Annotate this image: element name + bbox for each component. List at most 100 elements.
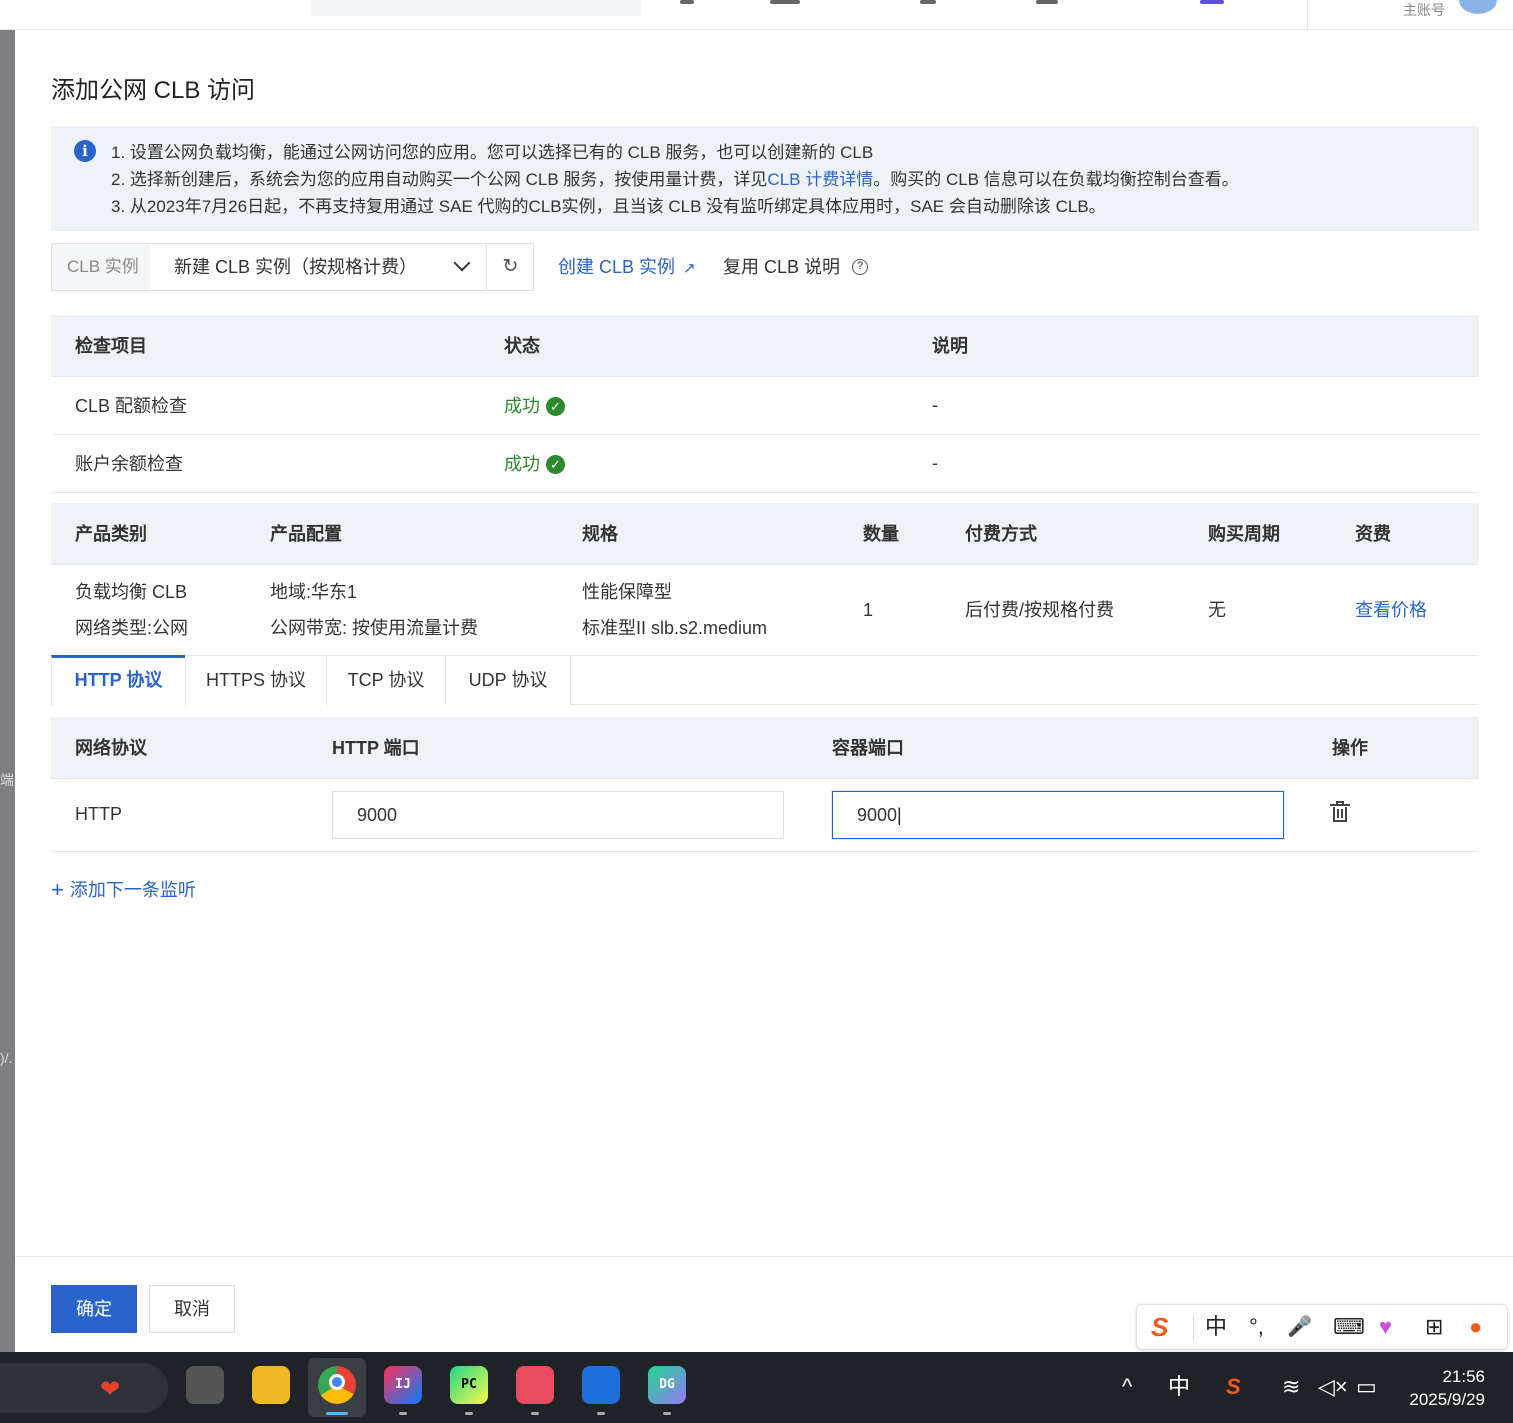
running-indicator [597, 1412, 605, 1415]
task-view-icon[interactable] [186, 1366, 224, 1404]
taskbar-widget[interactable]: ❤ [0, 1363, 168, 1413]
clock-time: 21:56 [1442, 1367, 1485, 1386]
create-clb-instance-link[interactable]: 创建 CLB 实例 ↗ [558, 243, 696, 291]
health-widget-icon: ❤ [100, 1376, 121, 1403]
product-table: 产品类别 产品配置 规格 数量 付费方式 购买周期 资费 负载均衡 CLB 网络类… [51, 503, 1479, 656]
view-price-link[interactable]: 查看价格 [1355, 600, 1427, 620]
table-row: 负载均衡 CLB 网络类型:公网 地域:华东1 公网带宽: 按使用流量计费 性能保障… [51, 564, 1479, 656]
product-payment: 后付费/按规格付费 [941, 564, 1184, 656]
clb-instance-select[interactable]: 新建 CLB 实例（按规格计费） [160, 244, 486, 290]
ime-mode-toggle[interactable]: 中 [1205, 1313, 1227, 1341]
add-next-listener-button[interactable]: + 添加下一条监听 [51, 876, 196, 902]
http-port-cell: 9000 [308, 778, 808, 852]
windows-taskbar: ❤ IJ PC DG ^ 中 S ≋ ◁× ▭ 21:56 2025/9/29 [0, 1352, 1513, 1423]
clb-instance-label: CLB 实例 [52, 244, 150, 290]
tab-tcp[interactable]: TCP 协议 [326, 655, 446, 705]
column-header: 检查项目 [51, 315, 480, 377]
confirm-button[interactable]: 确定 [51, 1285, 137, 1333]
check-circle-icon: ✓ [546, 396, 565, 416]
plus-icon: + [51, 877, 64, 902]
punctuation-icon[interactable]: °, [1249, 1313, 1264, 1341]
pycharm-icon[interactable]: PC [450, 1366, 488, 1404]
notice-line-3: 3. 从2023年7月26日起，不再支持复用通过 SAE 代购的CLB实例，且当… [111, 197, 1106, 216]
column-header: 规格 [558, 503, 839, 565]
account-label[interactable]: 主账号 [1403, 0, 1445, 20]
microphone-icon[interactable]: 🎤 [1287, 1313, 1312, 1341]
apps-grid-icon[interactable]: ⊞ [1425, 1313, 1443, 1341]
console-topbar: 主账号 [0, 0, 1513, 30]
product-spec: 性能保障型 标准型II slb.s2.medium [558, 564, 839, 656]
column-header: 状态 [480, 315, 908, 377]
column-header: HTTP 端口 [308, 717, 808, 779]
file-explorer-icon[interactable] [252, 1366, 290, 1404]
help-icon[interactable]: ? [852, 259, 869, 276]
refresh-button[interactable]: ↻ [486, 244, 534, 290]
sogou-logo-icon[interactable]: S [1151, 1313, 1168, 1341]
delete-icon[interactable] [1330, 801, 1350, 822]
datagrip-icon[interactable]: DG [648, 1366, 686, 1404]
add-public-clb-dialog: 添加公网 CLB 访问 i 1. 设置公网负载均衡，能通过公网访问您的应用。您可… [15, 30, 1513, 1352]
column-header: 产品类别 [51, 503, 246, 565]
chevron-up-icon[interactable]: ^ [1122, 1374, 1132, 1400]
dialog-title: 添加公网 CLB 访问 [51, 77, 256, 104]
ime-toolbar: S 中 °, 🎤 ⌨ ♥ ⊞ ● [1136, 1304, 1508, 1350]
skin-icon[interactable]: ♥ [1379, 1313, 1392, 1341]
product-config: 地域:华东1 公网带宽: 按使用流量计费 [246, 564, 558, 656]
column-header: 购买周期 [1184, 503, 1331, 565]
topbar-nav-fragment [1200, 0, 1224, 4]
table-row: HTTP 9000 9000| [51, 778, 1479, 852]
intellij-icon[interactable]: IJ [384, 1366, 422, 1404]
tab-http[interactable]: HTTP 协议 [51, 655, 186, 706]
keyboard-icon[interactable]: ⌨ [1333, 1313, 1365, 1341]
clb-instance-selected: 新建 CLB 实例（按规格计费） [174, 257, 418, 277]
column-header: 产品配置 [246, 503, 558, 565]
listener-protocol: HTTP [51, 778, 308, 852]
chevron-down-icon [453, 254, 471, 272]
column-header: 操作 [1308, 717, 1479, 779]
product-price: 查看价格 [1331, 564, 1479, 656]
column-header: 资费 [1331, 503, 1479, 565]
tab-https[interactable]: HTTPS 协议 [185, 655, 327, 705]
info-notice: i 1. 设置公网负载均衡，能通过公网访问您的应用。您可以选择已有的 CLB 服… [51, 126, 1479, 231]
check-item: CLB 配额检查 [51, 376, 480, 435]
taskbar-clock[interactable]: 21:56 2025/9/29 [1409, 1365, 1485, 1411]
http-port-input[interactable]: 9000 [332, 790, 784, 839]
sogou-tray-icon[interactable]: S [1226, 1374, 1241, 1400]
running-indicator [399, 1412, 407, 1415]
notice-line-1: 1. 设置公网负载均衡，能通过公网访问您的应用。您可以选择已有的 CLB 服务，… [111, 143, 874, 162]
background-sidebar: 端 )/. [0, 30, 15, 1352]
external-link-icon: ↗ [683, 260, 696, 277]
table-row: 账户余额检查 成功 ✓ - [51, 434, 1479, 493]
column-header: 网络协议 [51, 717, 308, 779]
clb-instance-group: CLB 实例 新建 CLB 实例（按规格计费） ↻ [51, 243, 534, 291]
check-note: - [908, 376, 1479, 435]
battery-icon[interactable]: ▭ [1356, 1374, 1377, 1400]
mascot-icon[interactable]: ● [1469, 1313, 1482, 1341]
precheck-table: 检查项目 状态 说明 CLB 配额检查 成功 ✓ - 账户余额检查 成功 ✓ - [51, 315, 1479, 493]
feishu-icon[interactable] [582, 1366, 620, 1404]
clock-date: 2025/9/29 [1409, 1390, 1485, 1409]
clb-pricing-link[interactable]: CLB 计费详情 [767, 170, 873, 189]
product-category: 负载均衡 CLB 网络类型:公网 [51, 564, 246, 656]
refresh-icon: ↻ [502, 256, 519, 277]
running-indicator [531, 1412, 539, 1415]
notice-line-2: 2. 选择新创建后，系统会为您的应用自动购买一个公网 CLB 服务，按使用量计费… [111, 170, 1239, 189]
listener-table: 网络协议 HTTP 端口 容器端口 操作 HTTP 9000 9000| [51, 717, 1479, 852]
info-icon: i [74, 140, 96, 162]
reuse-clb-help[interactable]: 复用 CLB 说明? [723, 243, 869, 291]
container-port-input[interactable]: 9000| [832, 790, 1284, 839]
protocol-tabs: HTTP 协议 HTTPS 协议 TCP 协议 UDP 协议 [51, 655, 1479, 706]
app-icon[interactable] [516, 1366, 554, 1404]
volume-muted-icon[interactable]: ◁× [1318, 1374, 1348, 1400]
topbar-nav-fragment [770, 0, 800, 4]
avatar[interactable] [1459, 0, 1497, 14]
tab-udp[interactable]: UDP 协议 [445, 655, 571, 705]
chrome-icon[interactable] [318, 1366, 356, 1404]
tray-ime-indicator[interactable]: 中 [1168, 1374, 1190, 1400]
column-header: 容器端口 [808, 717, 1308, 779]
check-note: - [908, 434, 1479, 493]
topbar-nav-fragment [1036, 0, 1058, 4]
cancel-button[interactable]: 取消 [149, 1285, 235, 1333]
console-search-input[interactable] [311, 0, 641, 16]
wifi-icon[interactable]: ≋ [1282, 1374, 1300, 1400]
